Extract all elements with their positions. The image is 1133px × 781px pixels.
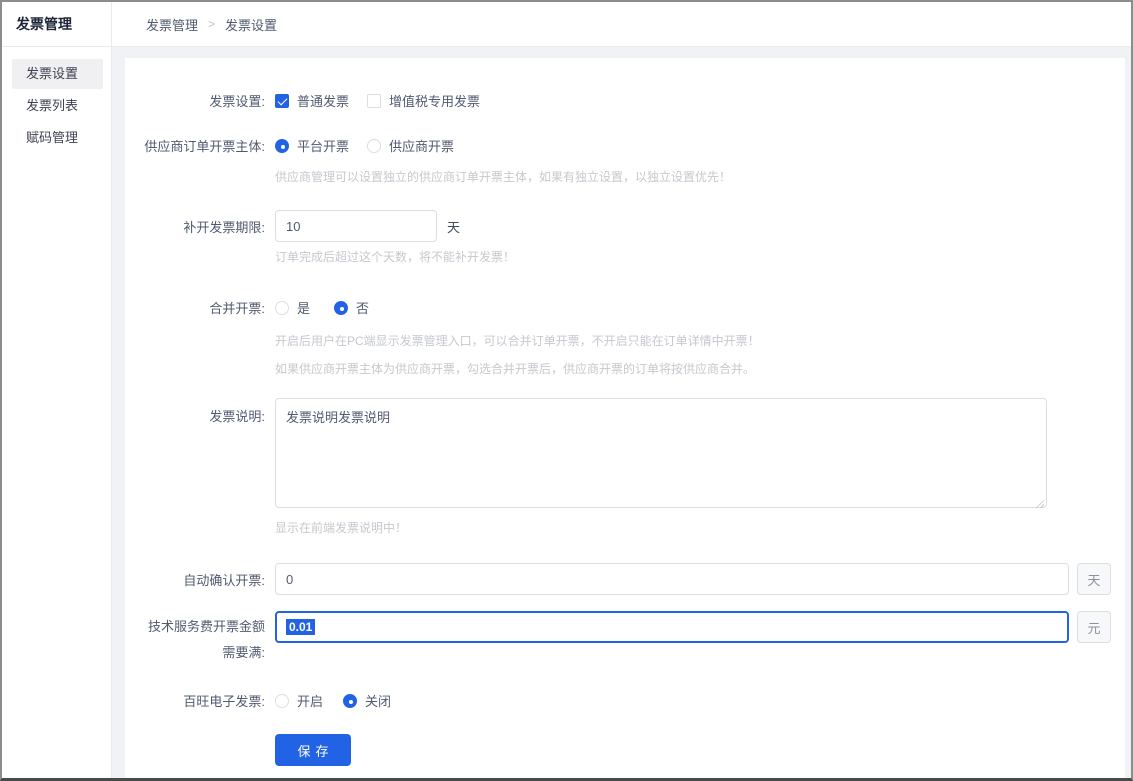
save-button[interactable]: 保存: [275, 734, 351, 766]
radio-platform-invoicing[interactable]: 平台开票: [275, 136, 349, 155]
invoice-note-field: 发票说明发票说明: [275, 398, 1047, 513]
main-area: 发票设置: 普通发票 增值税专用发票 供应商订单开票主体: 平台: [112, 47, 1131, 778]
baiwang-label: 百旺电子发票:: [125, 691, 275, 710]
row-reissue-period: 补开发票期限: 天: [125, 210, 1111, 242]
tech-fee-label-line1: 技术服务费开票金额: [148, 611, 265, 643]
merge-invoice-label: 合并开票:: [125, 298, 275, 317]
invoice-note-help: 显示在前端发票说明中！: [275, 520, 1111, 537]
reissue-period-label: 补开发票期限:: [125, 217, 275, 236]
radio-unselected-icon[interactable]: [275, 301, 289, 315]
app-window: 发票管理 发票管理 > 发票设置 发票设置 发票列表 赋码管理 发票设置: 普通…: [0, 0, 1133, 781]
tech-fee-label-line2: 需要满:: [222, 643, 265, 663]
checkbox-unchecked-icon[interactable]: [367, 94, 381, 108]
invoice-note-textarea[interactable]: 发票说明发票说明: [275, 398, 1047, 508]
header: 发票管理 发票管理 > 发票设置: [2, 2, 1131, 47]
checkbox-label: 普通发票: [297, 91, 349, 110]
reissue-period-unit: 天: [447, 217, 460, 236]
body: 发票设置 发票列表 赋码管理 发票设置: 普通发票 增值税专用发票: [2, 47, 1131, 778]
page-title: 发票管理: [2, 2, 112, 46]
radio-label: 是: [297, 298, 310, 317]
breadcrumb-item-root[interactable]: 发票管理: [146, 15, 198, 34]
radio-unselected-icon[interactable]: [367, 139, 381, 153]
radio-label: 开启: [297, 691, 323, 710]
invoice-note-label: 发票说明:: [125, 398, 275, 425]
reissue-period-help: 订单完成后超过这个天数，将不能补开发票！: [275, 249, 1111, 266]
sidebar-item-invoice-list[interactable]: 发票列表: [12, 91, 103, 121]
radio-label: 供应商开票: [389, 136, 454, 155]
checkbox-label: 增值税专用发票: [389, 91, 480, 110]
checkbox-ordinary-invoice[interactable]: 普通发票: [275, 91, 349, 110]
radio-baiwang-off[interactable]: 关闭: [343, 691, 391, 710]
checkbox-checked-icon[interactable]: [275, 94, 289, 108]
radio-merge-no[interactable]: 否: [334, 298, 369, 317]
supplier-subject-help: 供应商管理可以设置独立的供应商订单开票主体，如果有独立设置，以独立设置优先！: [275, 169, 1111, 186]
row-supplier-subject: 供应商订单开票主体: 平台开票 供应商开票: [125, 136, 1111, 155]
row-invoice-setting: 发票设置: 普通发票 增值税专用发票: [125, 91, 1111, 110]
tech-fee-label: 技术服务费开票金额 需要满:: [125, 611, 275, 663]
radio-merge-yes[interactable]: 是: [275, 298, 310, 317]
invoice-setting-label: 发票设置:: [125, 91, 275, 110]
settings-card: 发票设置: 普通发票 增值税专用发票 供应商订单开票主体: 平台: [125, 58, 1125, 778]
radio-selected-icon[interactable]: [334, 301, 348, 315]
row-tech-fee: 技术服务费开票金额 需要满: 0.01 元: [125, 611, 1111, 663]
radio-label: 平台开票: [297, 136, 349, 155]
sidebar-item-invoice-settings[interactable]: 发票设置: [12, 59, 103, 89]
row-invoice-note: 发票说明: 发票说明发票说明: [125, 398, 1111, 513]
sidebar: 发票设置 发票列表 赋码管理: [2, 47, 112, 778]
radio-unselected-icon[interactable]: [275, 694, 289, 708]
row-baiwang: 百旺电子发票: 开启 关闭: [125, 691, 1111, 710]
merge-invoice-help-2: 如果供应商开票主体为供应商开票，勾选合并开票后，供应商开票的订单将按供应商合并。: [275, 361, 1111, 378]
row-save: 保存: [125, 734, 1111, 766]
auto-confirm-unit-box: 天: [1077, 563, 1111, 595]
radio-label: 关闭: [365, 691, 391, 710]
radio-label: 否: [356, 298, 369, 317]
checkbox-vat-invoice[interactable]: 增值税专用发票: [367, 91, 480, 110]
radio-selected-icon[interactable]: [343, 694, 357, 708]
row-merge-invoice: 合并开票: 是 否: [125, 298, 1111, 317]
tech-fee-unit-box: 元: [1077, 611, 1111, 643]
row-auto-confirm: 自动确认开票: 天: [125, 563, 1111, 595]
auto-confirm-label: 自动确认开票:: [125, 570, 275, 589]
breadcrumb-separator-icon: >: [208, 17, 215, 31]
merge-invoice-help-1: 开启后用户在PC端显示发票管理入口，可以合并订单开票，不开启只能在订单详情中开票…: [275, 333, 1111, 350]
tech-fee-input[interactable]: 0.01: [275, 611, 1069, 643]
supplier-subject-label: 供应商订单开票主体:: [125, 136, 275, 155]
breadcrumb: 发票管理 > 发票设置: [112, 2, 1131, 46]
tech-fee-selected-value: 0.01: [286, 619, 315, 635]
breadcrumb-item-current: 发票设置: [225, 15, 277, 34]
auto-confirm-input[interactable]: [275, 563, 1069, 595]
radio-supplier-invoicing[interactable]: 供应商开票: [367, 136, 454, 155]
sidebar-item-code-management[interactable]: 赋码管理: [12, 123, 103, 153]
radio-selected-icon[interactable]: [275, 139, 289, 153]
radio-baiwang-on[interactable]: 开启: [275, 691, 323, 710]
reissue-period-input[interactable]: [275, 210, 437, 242]
